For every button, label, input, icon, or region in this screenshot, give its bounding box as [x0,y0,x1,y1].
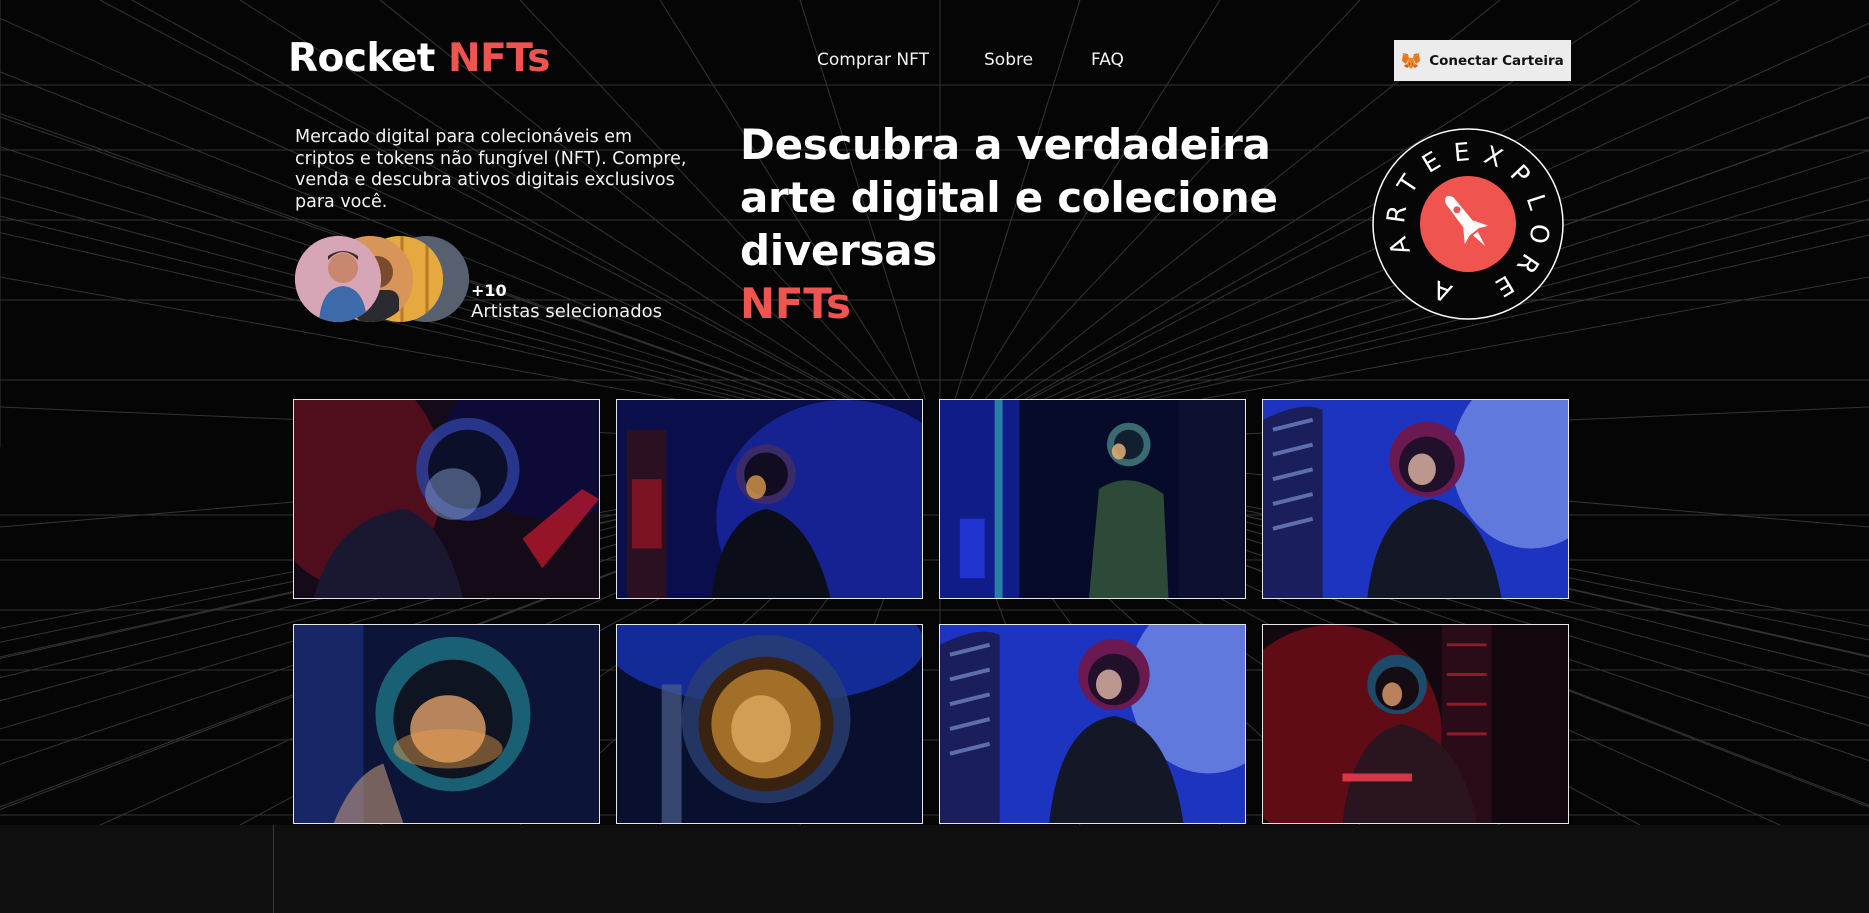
nft-image [940,625,1245,823]
headline-text: Descubra a verdadeira arte digital e col… [740,120,1278,275]
wallet-button-label: Conectar Carteira [1429,52,1564,69]
site-logo[interactable]: Rocket NFTs [288,36,550,81]
logo-text-accent: NFTs [448,36,550,81]
nft-image [617,400,922,598]
nft-image [617,625,922,823]
artists-label: Artistas selecionados [471,301,663,322]
logo-text-main: Rocket [288,36,435,81]
hero-headline: Descubra a verdadeira arte digital e col… [740,118,1300,330]
nft-card[interactable] [293,624,600,824]
nft-image [1263,400,1568,598]
page-lower-area [0,825,1869,913]
artist-avatars [295,236,470,322]
nft-image [1263,625,1568,823]
nav-link-buy-nft[interactable]: Comprar NFT [817,50,929,70]
artists-count: +10 [471,281,507,300]
badge-ring-letter: E [1453,137,1471,167]
nft-card[interactable] [616,624,923,824]
metamask-fox-icon [1402,52,1421,69]
connect-wallet-button[interactable]: Conectar Carteira [1394,40,1571,81]
nft-image [294,400,599,598]
badge-ring-letter: O [1524,222,1555,245]
nft-image [940,400,1245,598]
hero-description: Mercado digital para colecionáveis em cr… [295,127,687,212]
nft-card[interactable] [616,399,923,599]
nav-link-faq[interactable]: FAQ [1091,50,1124,70]
headline-accent: NFTs [740,279,851,328]
nft-card[interactable] [939,624,1246,824]
nft-card[interactable] [1262,399,1569,599]
hero-section: Rocket NFTs Comprar NFT Sobre FAQ Conect… [0,0,1869,825]
nav-link-about[interactable]: Sobre [984,50,1033,70]
nft-card[interactable] [293,399,600,599]
artist-avatar [295,236,381,322]
nft-card[interactable] [939,399,1246,599]
nft-card[interactable] [1262,624,1569,824]
explore-art-badge[interactable]: EXPLOREAARTE [1371,127,1565,321]
section-divider [273,825,274,913]
nft-image [294,625,599,823]
